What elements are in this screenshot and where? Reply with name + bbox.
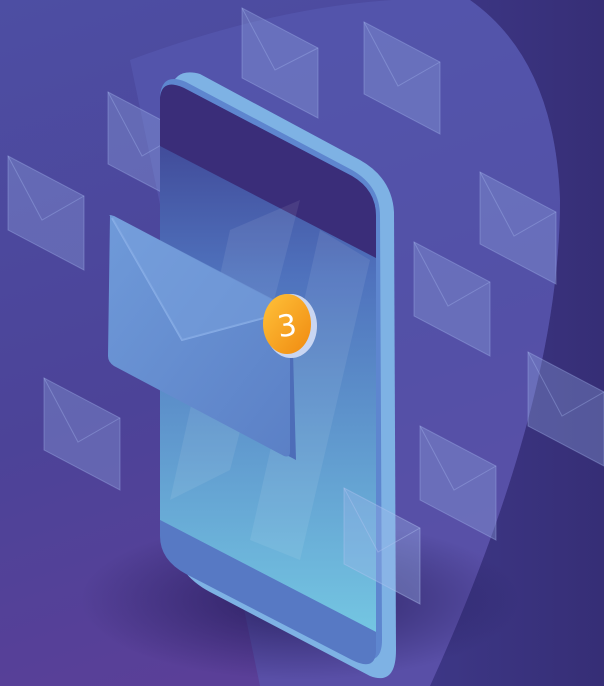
illustration-canvas: 3 — [0, 0, 604, 686]
illustration-scene: 3 — [0, 0, 604, 686]
